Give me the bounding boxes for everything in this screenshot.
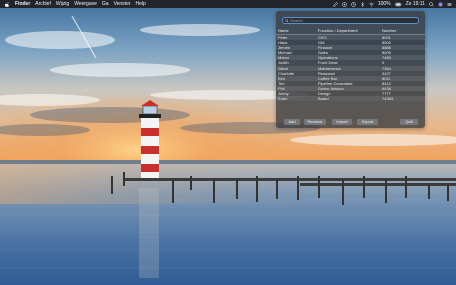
menu-archief[interactable]: Archief xyxy=(35,0,51,8)
menu-wijzig[interactable]: Wijzig xyxy=(56,0,69,8)
menu-ga[interactable]: Ga xyxy=(102,0,109,8)
export-button[interactable]: Export xyxy=(357,119,378,125)
menu-finder[interactable]: Finder xyxy=(15,0,30,8)
menu-help[interactable]: Help xyxy=(136,0,146,8)
table-row[interactable]: Koen Board 74383 xyxy=(276,96,425,102)
remove-button[interactable]: Remove xyxy=(304,119,326,125)
search-input[interactable] xyxy=(290,18,416,23)
notification-center-icon[interactable] xyxy=(447,2,452,7)
menu-bar: Finder Archief Wijzig Weergave Ga Venste… xyxy=(0,0,456,8)
people-table: Name Function / Department Number Peter … xyxy=(276,28,425,102)
apple-logo-icon[interactable] xyxy=(5,1,10,7)
menu-venster[interactable]: Venster xyxy=(114,0,131,8)
search-box xyxy=(282,17,419,24)
button-bar: Add Remove Import Export Quit xyxy=(276,119,425,125)
search-icon xyxy=(285,19,289,23)
import-button[interactable]: Import xyxy=(332,119,352,125)
people-table-container: Name Function / Department Number Peter … xyxy=(276,28,425,102)
status-area: 100% Zo 19:11 xyxy=(332,0,452,8)
cell-number: 74383 xyxy=(380,96,425,102)
quit-button[interactable]: Quit xyxy=(400,119,418,125)
clock-text[interactable]: Zo 19:11 xyxy=(406,0,425,8)
fan-icon[interactable] xyxy=(342,1,347,7)
phonebook-window: Name Function / Department Number Peter … xyxy=(276,11,425,128)
pen-icon[interactable] xyxy=(332,1,338,7)
bluetooth-icon[interactable] xyxy=(360,1,365,7)
wifi-icon[interactable] xyxy=(369,2,374,7)
spotlight-search-icon[interactable] xyxy=(429,1,434,7)
battery-percentage: 100% xyxy=(377,1,391,7)
battery-icon[interactable] xyxy=(395,2,402,7)
siri-icon[interactable] xyxy=(438,1,443,7)
add-button[interactable]: Add xyxy=(284,119,300,125)
cell-function: Board xyxy=(316,96,380,102)
clock-icon[interactable] xyxy=(351,1,356,7)
menu-weergave[interactable]: Weergave xyxy=(74,0,97,8)
cell-name: Koen xyxy=(276,96,316,102)
